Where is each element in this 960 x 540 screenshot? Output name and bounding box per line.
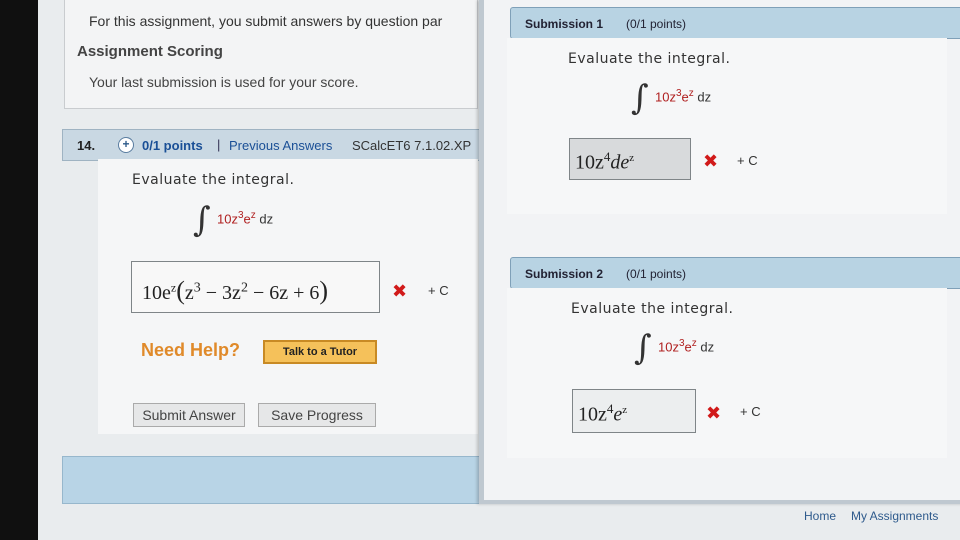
submission-2-title: Submission 2: [525, 267, 604, 281]
submission-2-incorrect-x-icon: ✖: [706, 403, 722, 423]
integrand: 10z3ez dz: [658, 338, 715, 355]
submission-1-incorrect-x-icon: ✖: [703, 151, 719, 171]
question-points: 0/1 points: [142, 138, 203, 153]
submission-1-header: Submission 1 (0/1 points): [510, 7, 960, 39]
expand-plus-icon[interactable]: +: [118, 137, 134, 153]
submission-1-points: (0/1 points): [626, 17, 687, 31]
submission-2-prompt: Evaluate the integral.: [571, 301, 734, 317]
incorrect-x-icon: ✖: [392, 281, 408, 301]
integral-sign-icon: ∫: [193, 200, 211, 240]
assignment-info-box: For this assignment, you submit answers …: [64, 0, 478, 109]
question-number: 14.: [77, 138, 96, 153]
need-help-label: Need Help?: [141, 340, 241, 360]
answer-input[interactable]: 10ez(z3 − 3z2 − 6z + 6): [131, 261, 380, 313]
monitor-bezel: [0, 0, 38, 540]
header-separator: |: [217, 137, 221, 152]
question-prompt: Evaluate the integral.: [132, 172, 295, 188]
submission-1-prompt: Evaluate the integral.: [568, 51, 731, 67]
question-code: SCalcET6 7.1.02.XP: [352, 138, 472, 153]
previous-submissions-panel: Submission 1 (0/1 points) Evaluate the i…: [479, 0, 960, 504]
submission-2-answer: 10z4ez: [572, 389, 696, 433]
talk-to-tutor-button[interactable]: Talk to a Tutor: [263, 340, 377, 364]
assignment-scoring-text: Your last submission is used for your sc…: [89, 74, 359, 90]
submission-2-header: Submission 2 (0/1 points): [510, 257, 960, 289]
integrand: 10z3ez dz: [655, 88, 712, 105]
submission-1-plus-c: + C: [737, 153, 758, 168]
plus-c-label: + C: [428, 283, 449, 298]
save-progress-button[interactable]: Save Progress: [258, 403, 376, 427]
submit-answer-button[interactable]: Submit Answer: [133, 403, 245, 427]
my-assignments-link[interactable]: My Assignments: [851, 509, 938, 523]
submission-2-plus-c: + C: [740, 404, 761, 419]
assignment-scoring-heading: Assignment Scoring: [77, 43, 223, 60]
integral-sign-icon: ∫: [634, 328, 652, 368]
browser-viewport: For this assignment, you submit answers …: [38, 0, 960, 540]
previous-answers-link[interactable]: Previous Answers: [229, 138, 332, 153]
home-link[interactable]: Home: [804, 509, 836, 523]
integrand: 10z3ez dz: [217, 210, 274, 227]
submission-1-answer: 10z4dez: [569, 138, 691, 180]
integral-sign-icon: ∫: [631, 78, 649, 118]
submission-1-title: Submission 1: [525, 17, 604, 31]
submission-info-text: For this assignment, you submit answers …: [89, 13, 443, 29]
question-header: 14. + 0/1 points | Previous Answers SCal…: [62, 129, 484, 161]
submission-2-points: (0/1 points): [626, 267, 687, 281]
